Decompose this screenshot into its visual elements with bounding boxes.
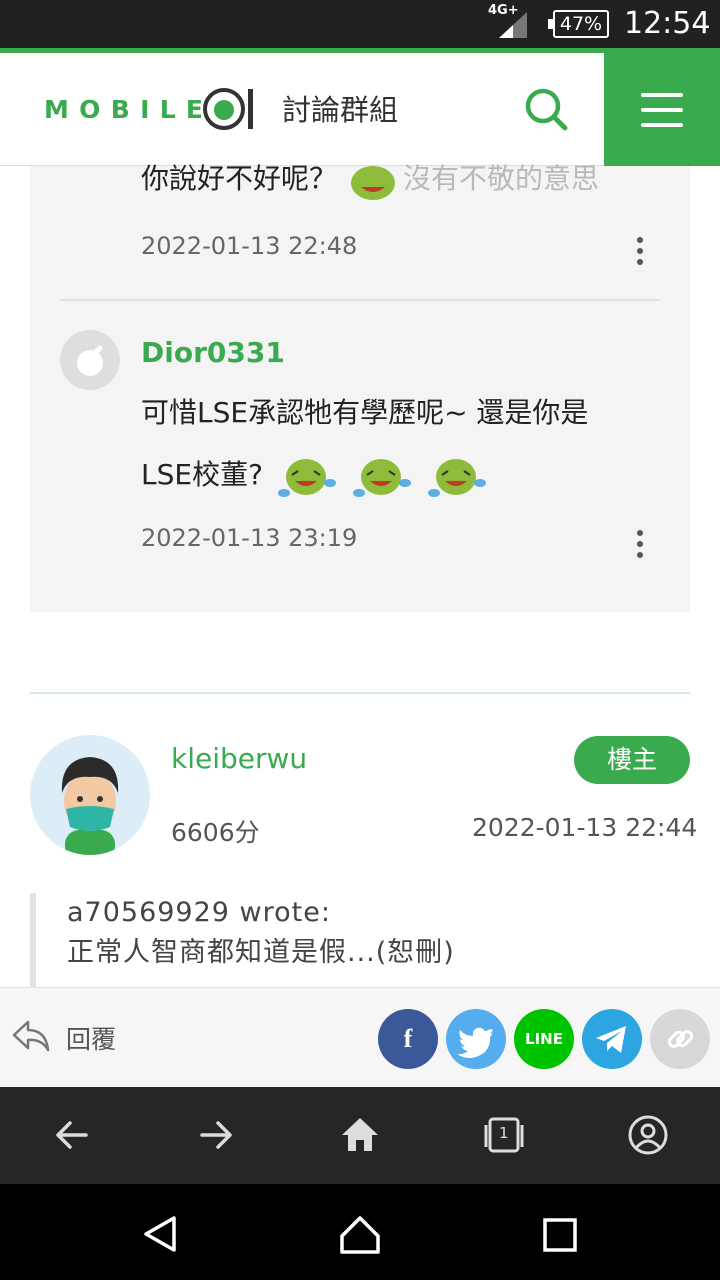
comment-list: 你說好不好呢？ 沒有不敬的意思 2022-01-13 22:48 Dior0331… bbox=[30, 162, 690, 612]
browser-toolbar: 1 bbox=[0, 1087, 720, 1184]
original-poster-badge: 樓主 bbox=[574, 736, 690, 784]
quote-text[interactable]: 正常人智商都知道是假...(恕刪) bbox=[67, 933, 690, 973]
comment-time: 2022-01-13 23:19 bbox=[141, 524, 358, 552]
tabs-button[interactable]: 1 bbox=[482, 1113, 526, 1157]
twitter-share-button[interactable] bbox=[446, 1009, 506, 1069]
avatar[interactable] bbox=[60, 330, 120, 390]
mobile01-logo[interactable]: MOBILE bbox=[44, 85, 256, 133]
action-bar: 回覆 f LINE bbox=[0, 987, 720, 1087]
back-arrow-icon[interactable] bbox=[50, 1113, 94, 1157]
comment-text-line2: LSE校董? bbox=[141, 444, 488, 506]
svg-text:MOBILE: MOBILE bbox=[44, 95, 202, 124]
laughing-emoji-icon bbox=[351, 166, 396, 200]
menu-bar-icon bbox=[641, 108, 683, 112]
comment-text-line1: 可惜LSE承認牠有學歷呢~ 還是你是 bbox=[141, 396, 589, 429]
laughing-emoji-icon bbox=[352, 459, 411, 497]
comment-time: 2022-01-13 22:48 bbox=[141, 232, 358, 260]
clock: 12:54 bbox=[624, 6, 711, 41]
default-avatar-icon bbox=[77, 345, 103, 376]
comment-username[interactable]: Dior0331 bbox=[141, 336, 285, 369]
comment-text: 你說好不好呢？ 沒有不敬的意思 bbox=[141, 148, 599, 210]
twitter-icon bbox=[457, 1027, 493, 1059]
copy-link-button[interactable] bbox=[650, 1009, 710, 1069]
signal-icon bbox=[499, 12, 527, 38]
tab-count: 1 bbox=[499, 1124, 509, 1142]
search-icon[interactable] bbox=[520, 83, 572, 135]
user-score: 6606分 bbox=[171, 818, 260, 847]
forward-arrow-icon[interactable] bbox=[194, 1113, 238, 1157]
line-share-button[interactable]: LINE bbox=[514, 1009, 574, 1069]
battery-level: 47% bbox=[559, 13, 603, 35]
telegram-icon bbox=[596, 1026, 626, 1053]
user-avatar-icon bbox=[61, 757, 119, 855]
nav-home-icon[interactable] bbox=[338, 1212, 382, 1256]
telegram-share-button[interactable] bbox=[582, 1009, 642, 1069]
status-bar: 4G+ 47% 12:54 bbox=[0, 0, 720, 48]
section-title[interactable]: 討論群組 bbox=[282, 87, 398, 129]
laughing-emoji-icon bbox=[277, 459, 336, 497]
post-username[interactable]: kleiberwu bbox=[171, 742, 307, 775]
system-navigation-bar bbox=[0, 1184, 720, 1280]
menu-bar-icon bbox=[641, 93, 683, 97]
reply-button[interactable]: 回覆 bbox=[66, 1020, 116, 1056]
menu-bar-icon bbox=[641, 123, 683, 127]
comment-text-body: 你說好不好呢？ bbox=[141, 162, 338, 195]
account-icon[interactable] bbox=[626, 1113, 670, 1157]
comment-text-trailing: 沒有不敬的意思 bbox=[403, 162, 600, 195]
post-divider bbox=[30, 692, 690, 694]
reply-icon[interactable] bbox=[12, 1018, 50, 1052]
comment-divider bbox=[60, 299, 660, 301]
quote-author: a70569929 wrote: bbox=[67, 897, 331, 928]
nav-recents-icon[interactable] bbox=[543, 1218, 577, 1252]
facebook-share-button[interactable]: f bbox=[378, 1009, 438, 1069]
more-options-icon[interactable] bbox=[630, 233, 650, 269]
home-icon[interactable] bbox=[338, 1113, 382, 1157]
link-icon bbox=[667, 1030, 694, 1048]
laughing-emoji-icon bbox=[427, 459, 486, 497]
avatar[interactable] bbox=[30, 735, 150, 855]
battery-indicator: 47% bbox=[548, 10, 609, 38]
quote-block: a70569929 wrote: 正常人智商都知道是假...(恕刪) bbox=[30, 893, 690, 987]
comment-text-line2-body: LSE校董? bbox=[141, 458, 263, 491]
post-time: 2022-01-13 22:44 bbox=[472, 813, 698, 842]
more-options-icon[interactable] bbox=[630, 526, 650, 562]
nav-back-icon[interactable] bbox=[140, 1214, 180, 1254]
menu-button[interactable] bbox=[604, 53, 720, 166]
